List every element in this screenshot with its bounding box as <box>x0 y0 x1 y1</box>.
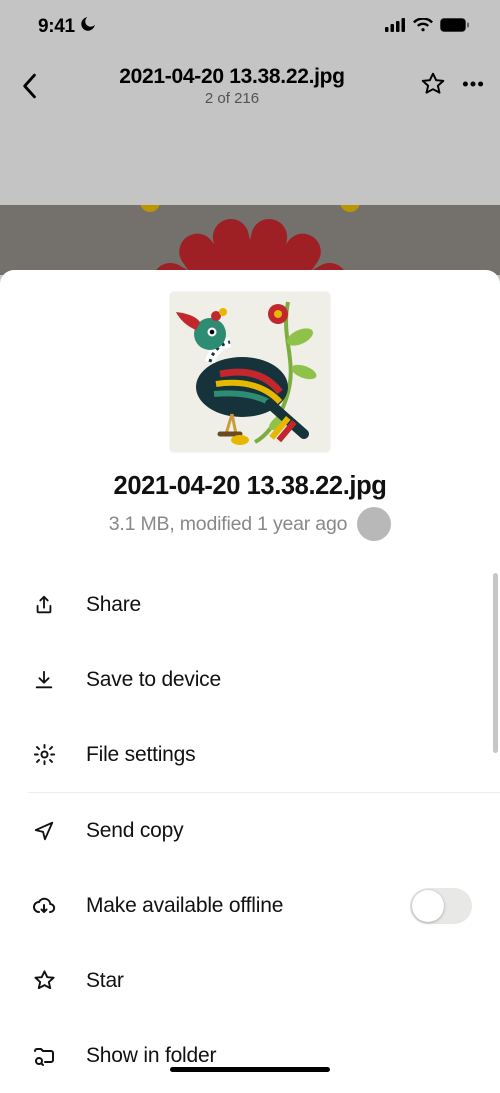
share-icon <box>30 594 58 616</box>
sheet-file-title: 2021-04-20 13.38.22.jpg <box>0 472 500 501</box>
star-icon <box>30 969 58 992</box>
owner-avatar[interactable] <box>357 507 391 541</box>
folder-search-icon <box>30 1045 58 1067</box>
actions-menu: Share Save to device File settings Send … <box>0 567 500 1093</box>
file-settings-item[interactable]: File settings <box>0 717 500 792</box>
star-item[interactable]: Star <box>0 943 500 1018</box>
paper-plane-icon <box>30 820 58 842</box>
settings-label: File settings <box>86 743 472 767</box>
make-offline-item[interactable]: Make available offline <box>0 868 500 943</box>
file-actions-sheet: 2021-04-20 13.38.22.jpg 3.1 MB, modified… <box>0 270 500 1080</box>
offline-toggle[interactable] <box>410 888 472 924</box>
offline-label: Make available offline <box>86 894 410 918</box>
download-icon <box>30 669 58 691</box>
save-label: Save to device <box>86 668 472 692</box>
send-copy-item[interactable]: Send copy <box>0 793 500 868</box>
scroll-indicator <box>493 573 498 753</box>
home-indicator[interactable] <box>170 1067 330 1072</box>
send-copy-label: Send copy <box>86 819 472 843</box>
show-folder-label: Show in folder <box>86 1044 472 1068</box>
file-thumbnail <box>170 292 330 452</box>
star-label: Star <box>86 969 472 993</box>
save-to-device-item[interactable]: Save to device <box>0 642 500 717</box>
cloud-sync-icon <box>30 895 58 917</box>
sheet-file-meta: 3.1 MB, modified 1 year ago <box>109 513 347 536</box>
share-item[interactable]: Share <box>0 567 500 642</box>
share-label: Share <box>86 593 472 617</box>
show-in-folder-item[interactable]: Show in folder <box>0 1018 500 1093</box>
gear-icon <box>30 743 58 766</box>
